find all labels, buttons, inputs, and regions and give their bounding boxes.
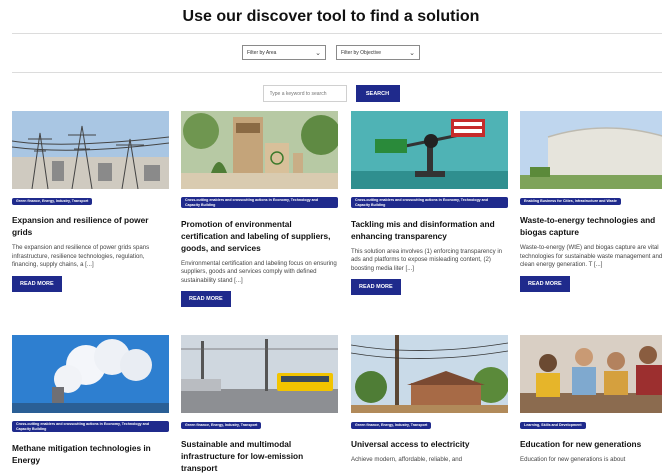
- read-more-button[interactable]: READ MORE: [181, 291, 231, 307]
- area-filter-value: Filter by Area: [247, 49, 277, 56]
- solution-card: Cross-cutting enablers and crosscutting …: [12, 335, 169, 472]
- card-description: This solution area involves (1) enforcin…: [351, 247, 503, 272]
- title-divider: [12, 33, 662, 34]
- tram-transport-image[interactable]: [181, 335, 338, 413]
- card-title[interactable]: Waste-to-energy technologies and biogas …: [520, 214, 662, 238]
- methane-emissions-image[interactable]: [12, 335, 169, 413]
- card-title[interactable]: Methane mitigation technologies in Energ…: [12, 442, 169, 466]
- category-tag[interactable]: Cross-cutting enablers and crosscutting …: [351, 197, 508, 208]
- card-title[interactable]: Tackling mis and disinformation and enha…: [351, 218, 508, 242]
- search-button[interactable]: SEARCH: [355, 85, 400, 102]
- read-more-button[interactable]: READ MORE: [12, 275, 62, 292]
- category-tag[interactable]: Learning, Skills and Development: [520, 422, 586, 429]
- chevron-down-icon: ⌄: [315, 49, 321, 57]
- card-title[interactable]: Universal access to electricity: [351, 438, 508, 450]
- biogas-tank-image[interactable]: [520, 111, 662, 189]
- solution-card: Enabling Business for Cities, Infrastruc…: [520, 111, 662, 292]
- solution-card: Learning, Skills and Development Educati…: [520, 335, 662, 465]
- category-tag[interactable]: Cross-cutting enablers and crosscutting …: [12, 421, 169, 432]
- students-classroom-image[interactable]: [520, 335, 662, 413]
- objective-filter-select[interactable]: Filter by Objective ⌄: [336, 45, 420, 60]
- village-electricity-image[interactable]: [351, 335, 508, 413]
- card-description: Achieve modern, affordable, reliable, an…: [351, 456, 462, 463]
- solution-card: Green finance, Energy, Industry, Transpo…: [12, 111, 169, 292]
- filter-divider: [12, 72, 662, 73]
- category-tag[interactable]: Enabling Business for Cities, Infrastruc…: [520, 198, 621, 205]
- read-more-button[interactable]: READ MORE: [351, 279, 401, 295]
- search-row: SEARCH: [0, 85, 662, 102]
- category-tag[interactable]: Green finance, Energy, Industry, Transpo…: [181, 422, 262, 429]
- filter-bar: Filter by Area ⌄ Filter by Objective ⌄: [0, 45, 662, 60]
- truth-fake-news-scale-image[interactable]: [351, 111, 508, 189]
- solution-card: Cross-cutting enablers and crosscutting …: [351, 111, 508, 295]
- card-description: Environmental certification and labeling…: [181, 259, 337, 284]
- search-input[interactable]: [262, 85, 347, 102]
- card-title[interactable]: Education for new generations: [520, 438, 662, 450]
- solution-card: Green finance, Energy, Industry, Transpo…: [351, 335, 508, 465]
- solution-card: Green finance, Energy, Industry, Transpo…: [181, 335, 338, 475]
- category-tag[interactable]: Green finance, Energy, Industry, Transpo…: [351, 422, 432, 429]
- card-description: Education for new generations is about: [520, 456, 626, 463]
- category-tag[interactable]: Cross-cutting enablers and crosscutting …: [181, 197, 338, 208]
- card-title[interactable]: Promotion of environmental certification…: [181, 218, 338, 254]
- read-more-button[interactable]: READ MORE: [520, 275, 570, 292]
- chevron-down-icon: ⌄: [409, 49, 415, 57]
- solution-card: Cross-cutting enablers and crosscutting …: [181, 111, 338, 307]
- page-title: Use our discover tool to find a solution: [182, 8, 480, 25]
- area-filter-select[interactable]: Filter by Area ⌄: [242, 45, 326, 60]
- card-title[interactable]: Expansion and resilience of power grids: [12, 214, 169, 238]
- card-title[interactable]: Sustainable and multimodal infrastructur…: [181, 438, 338, 474]
- eco-packaging-image[interactable]: [181, 111, 338, 189]
- category-tag[interactable]: Green finance, Energy, Industry, Transpo…: [12, 198, 93, 205]
- card-description: The expansion and resilience of power gr…: [12, 244, 150, 268]
- card-description: Waste-to-energy (WtE) and biogas capture…: [520, 244, 662, 268]
- objective-filter-value: Filter by Objective: [341, 49, 382, 56]
- power-grid-image[interactable]: [12, 111, 169, 189]
